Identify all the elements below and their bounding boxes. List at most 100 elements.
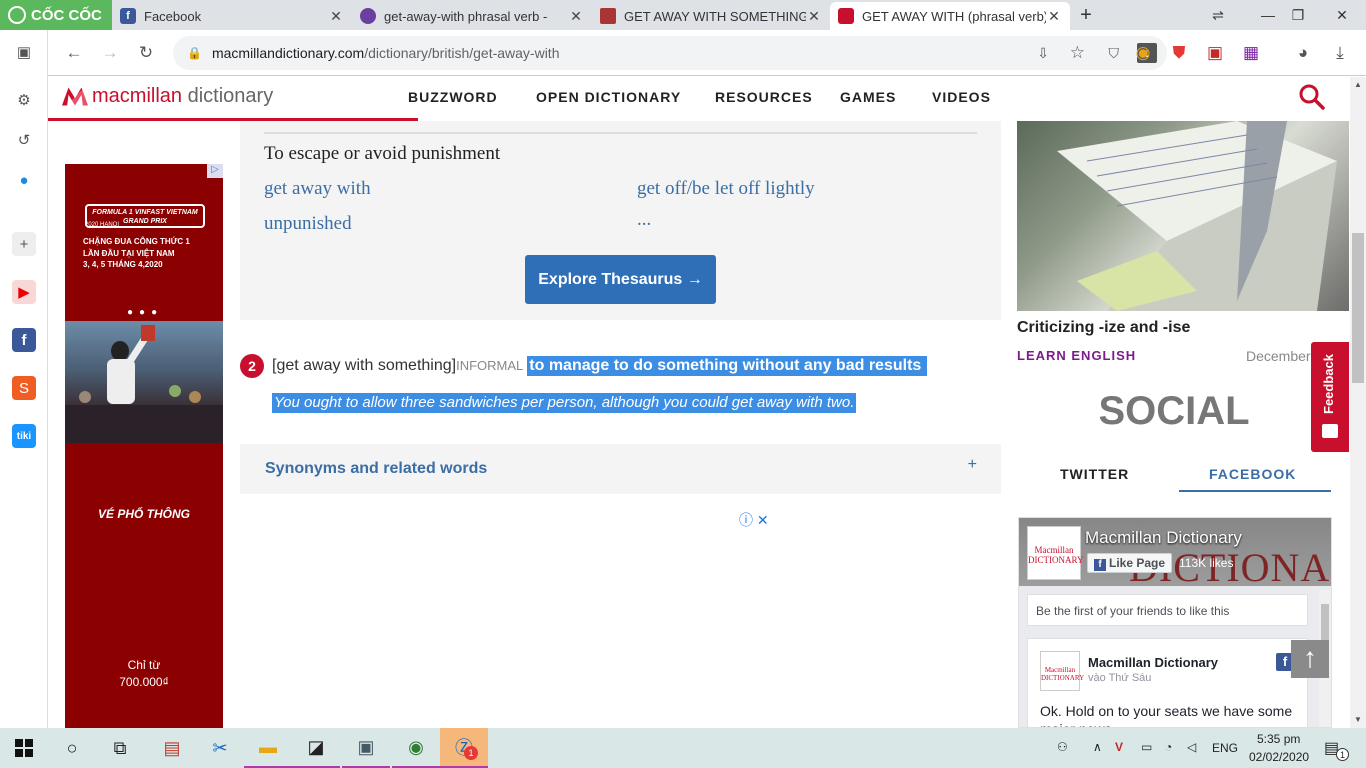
nav-resources[interactable]: RESOURCES <box>715 89 813 105</box>
clock-time[interactable]: 5:35 pm <box>1257 732 1300 746</box>
profile-avatar[interactable]: ◕ <box>1291 41 1315 65</box>
wifi-icon[interactable]: ◔ <box>1165 740 1172 754</box>
task-view-icon[interactable]: ⧉ <box>96 728 144 768</box>
clock-date[interactable]: 02/02/2020 <box>1249 750 1309 764</box>
tab-cambridge[interactable]: GET AWAY WITH SOMETHING ✕ <box>592 2 830 30</box>
history-icon[interactable]: ↺ <box>12 128 36 152</box>
shield-icon[interactable]: ⛉ <box>1109 45 1120 62</box>
language-indicator[interactable]: ENG <box>1212 741 1238 755</box>
maximize-icon[interactable]: ❐ <box>1278 0 1318 30</box>
scroll-to-top-button[interactable]: ↑ <box>1291 640 1329 678</box>
reload-icon[interactable]: ↻ <box>134 41 158 65</box>
settings-gear-icon[interactable]: ⚙ <box>12 88 36 112</box>
synonym-link[interactable]: get away with <box>264 178 371 200</box>
people-icon[interactable]: ⚇ <box>1057 740 1068 754</box>
fb-scroll-thumb[interactable] <box>1321 604 1329 642</box>
tab-title: GET AWAY WITH (phrasal verb) <box>862 8 1046 24</box>
extension-red-icon[interactable]: ▣ <box>1203 41 1227 65</box>
tray-expand-icon[interactable]: ∧ <box>1093 740 1102 754</box>
macmillan-icon <box>838 8 854 24</box>
ad-price: 700.000₫ <box>119 675 169 689</box>
coccoc-taskbar-icon[interactable]: ◉ <box>392 728 440 768</box>
ad-year-city: 2020 HANOI <box>85 222 120 228</box>
article-title[interactable]: Criticizing -ize and -ise <box>1017 319 1190 337</box>
tab-facebook[interactable]: FACEBOOK <box>1179 466 1331 492</box>
nav-buzzword[interactable]: BUZZWORD <box>408 89 498 105</box>
fb-friends-box: Be the first of your friends to like thi… <box>1027 594 1308 626</box>
battery-icon[interactable]: ▭ <box>1141 740 1152 754</box>
expand-plus-icon[interactable]: + <box>968 456 977 474</box>
ad-choices-icon[interactable]: ▷ <box>207 164 223 178</box>
nav-videos[interactable]: VIDEOS <box>932 89 991 105</box>
nav-games[interactable]: GAMES <box>840 89 896 105</box>
ad-carousel-dots[interactable]: ●●● <box>127 307 163 318</box>
fb-page-logo[interactable]: Macmillan DICTIONARY <box>1027 526 1084 580</box>
add-icon[interactable]: + <box>12 232 36 256</box>
youtube-icon[interactable]: ▶ <box>12 280 36 304</box>
macmillan-logo-icon <box>62 87 88 106</box>
app-window-icon[interactable]: ▣ <box>342 728 390 768</box>
scroll-thumb[interactable] <box>1352 233 1364 383</box>
article-image[interactable] <box>1017 121 1349 311</box>
tab-macmillan[interactable]: GET AWAY WITH (phrasal verb) ✕ <box>830 2 1070 30</box>
facebook-icon[interactable]: f <box>12 328 36 352</box>
fb-post-author[interactable]: Macmillan Dictionary <box>1088 655 1218 670</box>
shopee-icon[interactable]: S <box>12 376 36 400</box>
app-icon[interactable]: ▤ <box>148 728 196 768</box>
close-tab-icon[interactable]: ✕ <box>1046 8 1062 25</box>
tab-twitter[interactable]: TWITTER <box>1060 466 1129 482</box>
messenger-icon[interactable]: ● <box>12 168 36 192</box>
scroll-down-arrow[interactable]: ▼ <box>1350 712 1366 728</box>
sidebar-toggle-icon[interactable]: ▣ <box>12 40 36 64</box>
fb-post-avatar[interactable]: Macmillan DICTIONARY <box>1040 651 1084 691</box>
volume-icon[interactable]: ◁ <box>1187 740 1196 754</box>
facebook-page-widget[interactable]: DICTIONARY MacmillanDICTIONARY Macmillan… <box>1018 517 1332 728</box>
close-tab-icon[interactable]: ✕ <box>806 8 822 25</box>
synonym-link[interactable]: unpunished <box>264 213 352 235</box>
thesaurus-heading: To escape or avoid punishment <box>264 143 501 164</box>
scroll-up-arrow[interactable]: ▲ <box>1350 77 1366 93</box>
tab-facebook[interactable]: f Facebook ✕ <box>112 2 352 30</box>
coccoc-menu-button[interactable]: CỐC CỐC <box>0 0 112 30</box>
synonym-link[interactable]: get off/be let off lightly <box>637 178 815 200</box>
unikey-icon[interactable]: V <box>1115 740 1123 754</box>
article-category[interactable]: LEARN ENGLISH <box>1017 348 1136 363</box>
adblock-icon[interactable]: ⛊ <box>1167 41 1191 65</box>
file-explorer-icon[interactable]: ▬ <box>244 728 292 768</box>
page-scrollbar[interactable]: ▲ ▼ <box>1350 77 1366 728</box>
search-circle-icon[interactable]: ○ <box>48 728 96 768</box>
zalo-icon[interactable]: Ⓩ 1 <box>440 728 488 768</box>
site-logo[interactable]: macmillan dictionary <box>62 85 273 108</box>
nav-open-dictionary[interactable]: OPEN DICTIONARY <box>536 89 681 105</box>
fb-like-page-button[interactable]: f Like Page <box>1087 553 1173 573</box>
ad-info-close-icons[interactable]: ⓘ ✕ <box>739 510 769 530</box>
close-window-icon[interactable]: ✕ <box>1322 0 1362 30</box>
save-page-icon[interactable]: ⇩ <box>1037 45 1049 62</box>
thesaurus-divider <box>264 132 977 134</box>
explore-thesaurus-button[interactable]: Explore Thesaurus → <box>525 255 716 304</box>
snipping-icon[interactable]: ✂ <box>196 728 244 768</box>
synonym-more-link[interactable]: ... <box>637 209 651 231</box>
address-bar[interactable]: 🔒 macmillandictionary.com/dictionary/bri… <box>173 36 1167 70</box>
fb-friends-text: Be the first of your friends to like thi… <box>1036 604 1230 618</box>
color-picker-icon[interactable]: ▦ <box>1239 41 1263 65</box>
close-tab-icon[interactable]: ✕ <box>568 8 584 25</box>
new-tab-button[interactable]: + <box>1066 0 1106 30</box>
bookmark-star-icon[interactable]: ☆ <box>1070 43 1085 63</box>
restore-tabs-icon[interactable]: ⇌ <box>1198 0 1238 30</box>
forward-icon[interactable]: → <box>98 41 122 65</box>
downloads-icon[interactable]: ⤓ <box>1328 41 1352 65</box>
fb-page-name[interactable]: Macmillan Dictionary <box>1085 528 1242 548</box>
back-icon[interactable]: ← <box>62 41 86 65</box>
tab-get-away-with[interactable]: get-away-with phrasal verb - ✕ <box>352 2 592 30</box>
advertisement-left[interactable]: ▷ FORMULA 1 VINFAST VIETNAM GRAND PRIX 2… <box>65 164 223 728</box>
close-tab-icon[interactable]: ✕ <box>328 8 344 25</box>
chrome-ext-icon[interactable]: ◉ <box>1131 41 1155 65</box>
page-content: ▷ FORMULA 1 VINFAST VIETNAM GRAND PRIX 2… <box>48 121 1350 728</box>
search-icon[interactable] <box>1298 83 1326 111</box>
tab-strip: CỐC CỐC f Facebook ✕ get-away-with phras… <box>0 0 1366 30</box>
sticky-notes-icon[interactable]: ◪ <box>292 728 340 768</box>
windows-start-icon[interactable] <box>0 728 48 768</box>
synonyms-accordion[interactable]: Synonyms and related words + <box>240 444 1001 494</box>
tiki-icon[interactable]: tiki <box>12 424 36 448</box>
